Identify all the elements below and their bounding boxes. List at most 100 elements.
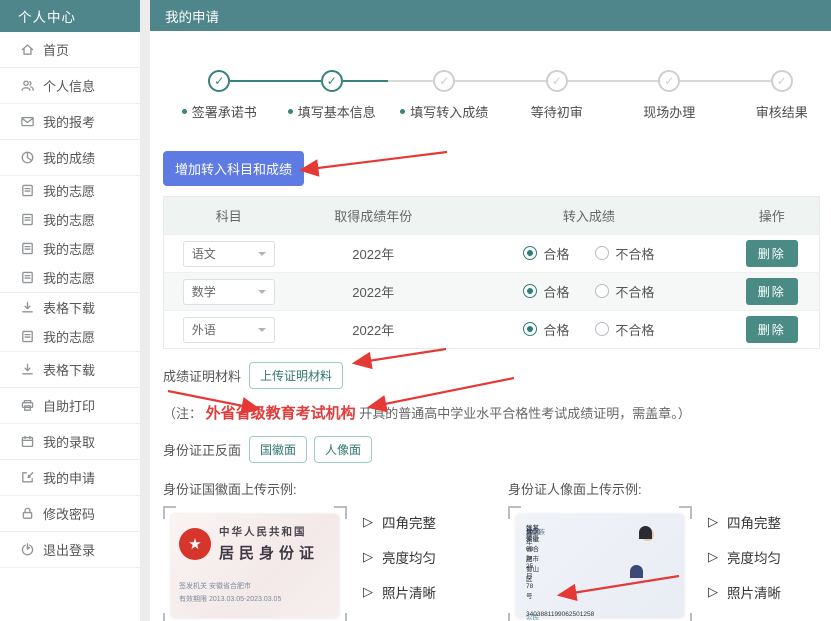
chevron-down-icon — [257, 251, 266, 260]
card-frame: 姓名 张某某 性别男 民族汉 出生 1990年 08月 25日 住址 安徽省合肥市蜀山… — [508, 506, 692, 621]
sidebar-item-admission[interactable]: 我的录取 — [0, 424, 140, 459]
sidebar-item-wishes-4[interactable]: 我的志愿 — [0, 263, 140, 292]
year-cell: 2022年 — [293, 272, 454, 311]
delete-button[interactable]: 删除 — [745, 240, 798, 267]
sidebar-item-label: 我的志愿 — [43, 330, 96, 345]
triangle-bullet-icon: ▷ — [363, 584, 373, 599]
note-text: （注： 外省省级教育考试机构 开具的普通高中学业水平合格性考试成绩证明，需盖章。… — [163, 402, 831, 423]
download-icon — [20, 362, 35, 377]
doc-icon — [20, 329, 35, 344]
step-basic-info: ✓ 填写基本信息 — [275, 69, 388, 121]
sidebar-item-label: 表格下载 — [43, 301, 96, 316]
year-cell: 2022年 — [293, 234, 454, 273]
card-valid-period: 有效期限 2013.03.05-2023.03.05 — [179, 595, 282, 603]
upload-portrait-side-button[interactable]: 人像面 — [314, 436, 373, 463]
tip-label: 四角完整 — [382, 516, 436, 531]
tip-label: 亮度均匀 — [727, 551, 781, 566]
sidebar-item-profile[interactable]: 个人信息 — [0, 68, 140, 103]
table-header-row: 科目 取得成绩年份 转入成绩 操作 — [163, 196, 820, 235]
triangle-bullet-icon: ▷ — [708, 549, 718, 564]
col-header-action: 操作 — [724, 196, 820, 235]
sidebar-item-scores[interactable]: 我的成绩 — [0, 140, 140, 175]
tip-item: ▷ 亮度均匀 — [708, 547, 781, 567]
sidebar-item-label: 我的录取 — [43, 435, 96, 450]
note-suffix: 开具的普通高中学业水平合格性考试成绩证明，需盖章。） — [359, 406, 691, 421]
sidebar-item-wishes-5[interactable]: 我的志愿 — [0, 322, 140, 351]
tip-label: 亮度均匀 — [382, 551, 436, 566]
radio-fail-label: 不合格 — [615, 284, 655, 300]
upload-materials-button[interactable]: 上传证明材料 — [249, 362, 344, 389]
sidebar-item-change-password[interactable]: 修改密码 — [0, 496, 140, 531]
step-label: 等待初审 — [530, 105, 583, 120]
portrait-avatar — [630, 526, 674, 578]
step-bullet — [400, 109, 406, 114]
step-onsite-processing: ✓ 现场办理 — [613, 69, 726, 121]
example-title: 身份证人像面上传示例: — [508, 482, 642, 497]
step-check-icon: ✓ — [208, 70, 231, 92]
step-label: 审核结果 — [755, 105, 808, 120]
sidebar-item-logout[interactable]: 退出登录 — [0, 532, 140, 567]
radio-pass-label: 合格 — [543, 246, 570, 262]
sidebar-item-label: 首页 — [43, 43, 70, 58]
user-icon — [20, 78, 35, 93]
radio-pass-label: 合格 — [543, 322, 570, 338]
sidebar-item-label: 个人信息 — [43, 79, 96, 94]
card-issue-authority: 签发机关 安徽省合肥市 — [179, 583, 251, 590]
subject-value: 语文 — [191, 247, 216, 261]
step-label: 签署承诺书 — [191, 105, 257, 120]
subject-select[interactable]: 数学 — [182, 278, 275, 305]
subject-select[interactable]: 外语 — [182, 316, 275, 343]
radio-pass[interactable] — [523, 284, 538, 299]
tip-item: ▷ 照片清晰 — [708, 582, 781, 602]
sidebar-item-wishes-3[interactable]: 我的志愿 — [0, 234, 140, 263]
triangle-bullet-icon: ▷ — [363, 514, 373, 529]
radio-pass[interactable] — [523, 322, 538, 337]
radio-fail[interactable] — [595, 322, 610, 337]
sidebar-item-application[interactable]: 我的申请 — [0, 460, 140, 495]
doc-icon — [20, 270, 35, 285]
panel-gap — [140, 0, 150, 621]
step-bullet — [181, 109, 187, 114]
tip-label: 四角完整 — [727, 516, 781, 531]
sidebar-item-self-print[interactable]: 自助打印 — [0, 388, 140, 423]
step-check-icon: ✓ — [770, 70, 793, 92]
step-label: 现场办理 — [643, 105, 696, 120]
sidebar-item-label: 我的申请 — [43, 471, 96, 486]
page-title: 我的申请 — [150, 0, 831, 31]
subject-select[interactable]: 语文 — [182, 240, 275, 267]
step-transfer-scores: ✓ 填写转入成绩 — [388, 69, 501, 121]
sidebar-item-form-download-2[interactable]: 表格下载 — [0, 352, 140, 387]
doc-icon — [20, 241, 35, 256]
sidebar-item-label: 我的成绩 — [43, 151, 96, 166]
sidebar-item-label: 表格下载 — [43, 363, 96, 378]
triangle-bullet-icon: ▷ — [363, 549, 373, 564]
sidebar-item-form-download-1[interactable]: 表格下载 — [0, 293, 140, 322]
score-table: 科目 取得成绩年份 转入成绩 操作 语文 2022年 合格 不合格 删除 数学 … — [163, 196, 820, 349]
delete-button[interactable]: 删除 — [745, 316, 798, 343]
sidebar-item-wishes-2[interactable]: 我的志愿 — [0, 205, 140, 234]
sidebar-item-home[interactable]: 首页 — [0, 32, 140, 67]
table-row: 数学 2022年 合格 不合格 删除 — [163, 272, 820, 311]
sidebar-item-registration[interactable]: 我的报考 — [0, 104, 140, 139]
logout-icon — [20, 542, 35, 557]
upload-emblem-side-button[interactable]: 国徽面 — [249, 436, 308, 463]
radio-fail[interactable] — [595, 284, 610, 299]
portrait-side-example: 身份证人像面上传示例: 姓名 张某某 性别男 民族汉 出生 1990年 08月 25… — [508, 479, 831, 621]
radio-pass[interactable] — [523, 246, 538, 261]
add-subject-button[interactable]: 增加转入科目和成绩 — [163, 151, 305, 186]
id-card-portrait-image: 姓名 张某某 性别男 民族汉 出生 1990年 08月 25日 住址 安徽省合肥市蜀山… — [516, 514, 684, 621]
sidebar-item-label: 我的志愿 — [43, 184, 96, 199]
mail-icon — [20, 114, 35, 129]
radio-fail[interactable] — [595, 246, 610, 261]
radio-fail-label: 不合格 — [615, 246, 655, 262]
tip-label: 照片清晰 — [727, 586, 781, 601]
sidebar-item-label: 我的志愿 — [43, 271, 96, 286]
sidebar: 个人中心 首页 个人信息 我的报考 我的成绩 我的志愿 我的志愿 我的志愿 我的… — [0, 0, 140, 621]
sidebar-item-label: 修改密码 — [43, 507, 96, 522]
doc-icon — [20, 183, 35, 198]
idcard-label: 身份证正反面 — [163, 443, 242, 458]
sidebar-item-wishes-1[interactable]: 我的志愿 — [0, 176, 140, 205]
delete-button[interactable]: 删除 — [745, 278, 798, 305]
step-check-icon: ✓ — [658, 70, 681, 92]
calendar-icon — [20, 434, 35, 449]
